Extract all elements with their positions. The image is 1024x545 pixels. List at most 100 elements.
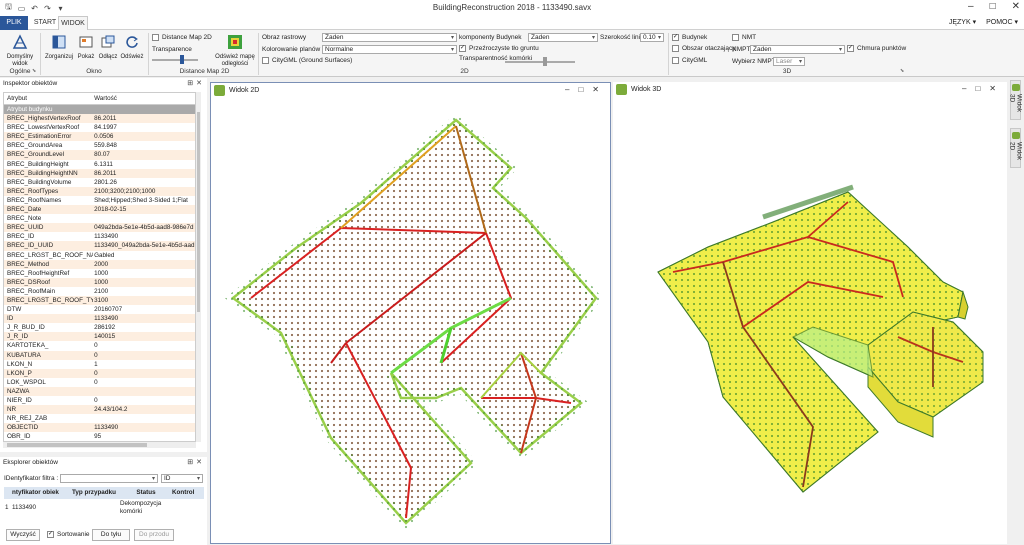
vertical-scrollbar[interactable] xyxy=(196,92,201,442)
attribute-row[interactable]: ID 1133490 xyxy=(4,314,195,324)
attribute-row[interactable]: BREC_ID 1133490 xyxy=(4,232,195,242)
column-header-id[interactable]: ntyfikator obiek xyxy=(4,487,68,499)
attribute-row[interactable]: BREC_UUID 049a2bda-5e1e-4b5d-aad8-986e7d xyxy=(4,223,195,233)
attribute-row[interactable]: BREC_HighestVertexRoof 86.2011 xyxy=(4,114,195,124)
attribute-value[interactable]: 95 xyxy=(93,432,195,441)
attribute-row[interactable]: BREC_ID_UUID 1133490_049a2bda-5e1e-4b5d-a… xyxy=(4,241,195,251)
attribute-row[interactable]: BREC_LowestVertexRoof 84.1997 xyxy=(4,123,195,133)
attribute-value[interactable]: 049a2bda-5e1e-4b5d-aad8-986e7d xyxy=(93,223,195,232)
view-3d-window[interactable]: Widok 3D –□✕ xyxy=(613,82,1007,544)
attribute-row[interactable]: BREC_Note xyxy=(4,214,195,224)
attribute-value[interactable]: 0 xyxy=(93,341,195,350)
attribute-value[interactable]: 1 xyxy=(93,360,195,369)
attribute-row[interactable]: J_R_ID 140015 xyxy=(4,332,195,342)
filter-field-select[interactable]: ID xyxy=(161,474,203,483)
minimize-icon[interactable]: – xyxy=(565,85,578,94)
attribute-value[interactable] xyxy=(93,387,195,396)
column-header-status[interactable]: Status xyxy=(120,487,172,499)
redo-icon[interactable]: ↷ xyxy=(43,4,52,13)
maximize-icon[interactable]: □ xyxy=(990,1,996,12)
side-tab-view-3d[interactable]: Widok 3D xyxy=(1009,80,1023,120)
attribute-row[interactable]: KARTOTEKA_ 0 xyxy=(4,341,195,351)
close-icon[interactable]: ✕ xyxy=(1012,1,1020,12)
attribute-row[interactable]: BREC_GroundLevel 80.07 xyxy=(4,150,195,160)
pin-icon[interactable]: ⊞ xyxy=(187,80,196,87)
attribute-value[interactable]: 0 xyxy=(93,378,195,387)
table-row[interactable]: 1 1133490 Dekompozycja komórki xyxy=(4,500,204,516)
building-checkbox[interactable]: ✓ Budynek xyxy=(672,34,707,42)
horizontal-scrollbar[interactable] xyxy=(3,442,196,448)
attribute-value[interactable]: 286192 xyxy=(93,323,195,332)
components-select[interactable]: Żaden xyxy=(528,33,598,42)
transparency-slider[interactable] xyxy=(152,55,198,64)
column-header-case-type[interactable]: Typ przypadku xyxy=(68,487,120,499)
attribute-value[interactable]: 1133490 xyxy=(93,232,195,241)
attribute-row[interactable]: BREC_LRGST_BC_ROOF_TYPE3100 xyxy=(4,295,195,306)
section-row[interactable]: Atrybut budynku xyxy=(4,105,195,115)
attribute-value[interactable]: 1133490_049a2bda-5e1e-4b5d-aad xyxy=(93,241,195,250)
folder-icon[interactable]: ▭ xyxy=(17,4,26,13)
attribute-row[interactable]: BREC_DSRoof 1000 xyxy=(4,277,195,287)
building-3d-model[interactable] xyxy=(613,97,1007,542)
attribute-value[interactable]: Gabled xyxy=(93,251,195,260)
pointcloud-checkbox[interactable]: ✓ Chmura punktów xyxy=(847,45,906,53)
attribute-value[interactable]: 2100 xyxy=(93,287,195,296)
attribute-row[interactable]: NR 24.43/104.2 xyxy=(4,405,195,415)
attribute-row[interactable]: BREC_BuildingVolume 2801.26 xyxy=(4,177,195,187)
refresh-distance-map-button[interactable]: Odśwież mapę odległości xyxy=(213,34,257,68)
dialog-launcher-icon[interactable]: ⬊ xyxy=(900,68,904,74)
slider-thumb[interactable] xyxy=(543,57,547,66)
attribute-row[interactable]: NIER_ID 0 xyxy=(4,396,195,406)
attribute-value[interactable]: 559.848 xyxy=(93,141,195,150)
organize-button[interactable]: Zorganizuj xyxy=(43,34,75,61)
attribute-row[interactable]: LKON_N 1 xyxy=(4,359,195,369)
attribute-value[interactable]: 3100 xyxy=(93,296,195,305)
back-button[interactable]: Do tyłu xyxy=(92,529,130,541)
distance-map-checkbox[interactable]: Distance Map 2D xyxy=(152,34,212,42)
attribute-row[interactable]: BREC_RoofMain 2100 xyxy=(4,286,195,296)
attribute-row[interactable]: BREC_RoofNames Shed;Hipped;Shed 3-Sided 1… xyxy=(4,195,195,206)
detach-button[interactable]: Odłącz xyxy=(97,34,119,61)
attribute-value[interactable]: 1000 xyxy=(93,269,195,278)
dialog-launcher-icon[interactable]: ⬊ xyxy=(32,68,36,74)
attribute-row[interactable]: BREC_GroundArea 559.848 xyxy=(4,141,195,151)
attribute-row[interactable]: BREC_RoofTypes 2100;3200;2100;1000 xyxy=(4,186,195,196)
attribute-value[interactable]: 0 xyxy=(93,369,195,378)
close-icon[interactable]: ✕ xyxy=(592,85,608,94)
tab-file[interactable]: PLIK xyxy=(0,16,28,30)
nmt-checkbox[interactable]: NMT xyxy=(732,34,756,42)
clear-button[interactable]: Wyczyść xyxy=(6,529,40,541)
transparent-ground-checkbox[interactable]: ✓ Przeźroczyste tło gruntu xyxy=(459,45,539,53)
attribute-value[interactable]: 1133490 xyxy=(93,423,195,432)
attribute-value[interactable]: 0.0506 xyxy=(93,132,195,141)
attribute-row[interactable]: OBJECTID 1133490 xyxy=(4,423,195,433)
attribute-value[interactable]: 20160707 xyxy=(93,305,195,314)
attribute-value[interactable]: 80.07 xyxy=(93,150,195,159)
attribute-value[interactable]: 2018-02-15 xyxy=(93,205,195,214)
attribute-value[interactable]: 6.1311 xyxy=(93,160,195,169)
building-2d-plan[interactable] xyxy=(211,98,610,543)
attribute-value[interactable]: 2100;3200;2100;1000 xyxy=(93,187,195,196)
pin-icon[interactable]: ⊞ xyxy=(187,459,196,466)
attribute-value[interactable]: 140015 xyxy=(93,332,195,341)
attribute-row[interactable]: LKON_P 0 xyxy=(4,368,195,378)
scrollbar-thumb[interactable] xyxy=(197,112,200,312)
tab-view[interactable]: WIDOK xyxy=(58,16,88,30)
line-width-input[interactable]: 0.10 xyxy=(640,33,664,42)
attribute-row[interactable]: NAZWA xyxy=(4,386,195,396)
undo-icon[interactable]: ↶ xyxy=(30,4,39,13)
refresh-button[interactable]: Odśwież xyxy=(119,34,145,61)
attribute-row[interactable]: NR_REJ_ZAB xyxy=(4,414,195,424)
language-menu[interactable]: JĘZYK ▾ xyxy=(949,18,976,26)
close-icon[interactable]: ✕ xyxy=(196,80,205,87)
attribute-row[interactable]: BREC_BuildingHeight 6.1311 xyxy=(4,159,195,169)
citygml-ground-checkbox[interactable]: CityGML (Ground Surfaces) xyxy=(262,57,352,65)
cell-transparency-slider[interactable] xyxy=(505,57,575,66)
attribute-value[interactable] xyxy=(93,414,195,423)
attribute-value[interactable]: Shed;Hipped;Shed 3-Sided 1;Flat xyxy=(93,196,195,205)
default-view-button[interactable]: Domyślny widok xyxy=(4,34,36,68)
select-nmpt-select[interactable]: Laser xyxy=(773,57,805,66)
attribute-value[interactable]: 84.1997 xyxy=(93,123,195,132)
close-icon[interactable]: ✕ xyxy=(196,459,205,466)
help-menu[interactable]: POMOC ▾ xyxy=(986,18,1018,26)
